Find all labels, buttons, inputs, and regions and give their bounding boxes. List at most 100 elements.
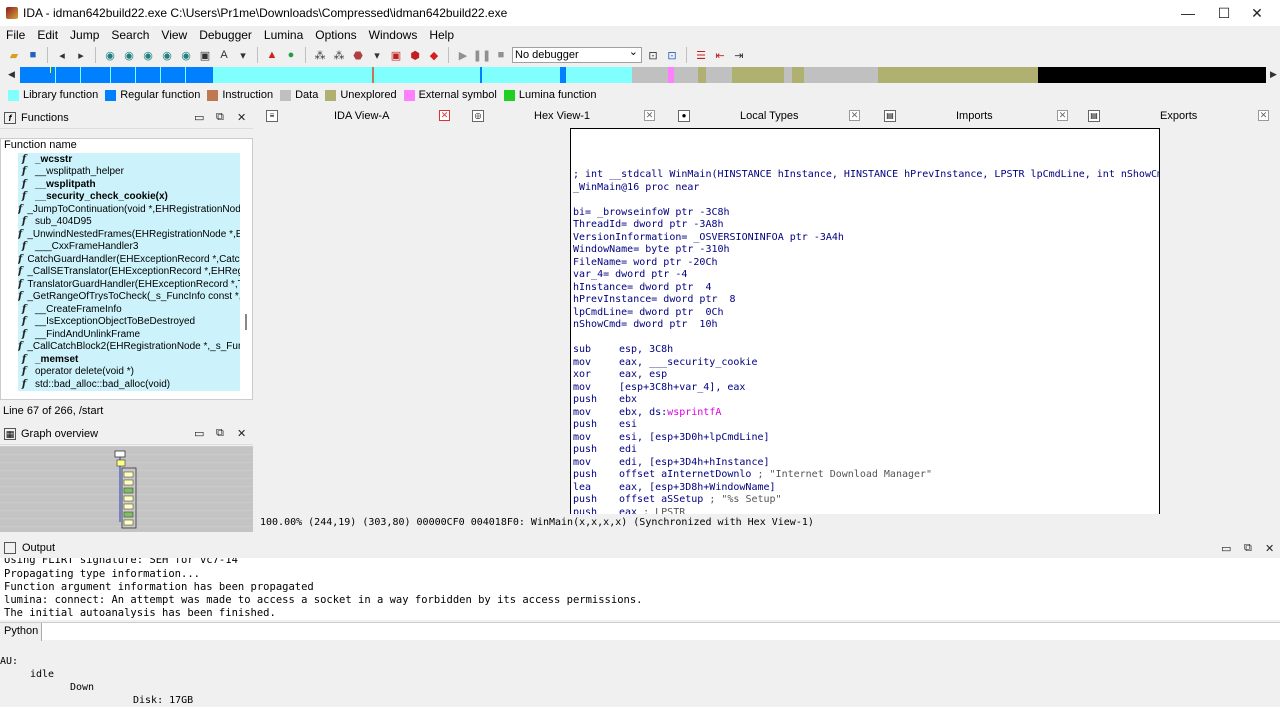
- stack-variable[interactable]: FileName= word ptr -20Ch: [573, 257, 718, 269]
- instruction-line[interactable]: push esi: [573, 419, 637, 431]
- back-list-icon[interactable]: ⇤: [712, 47, 728, 63]
- save-icon[interactable]: ■: [25, 47, 41, 63]
- stack-variable[interactable]: VersionInformation= _OSVERSIONINFOA ptr …: [573, 232, 844, 244]
- enums-icon[interactable]: ◉: [159, 47, 175, 63]
- nav-left-arrow-icon[interactable]: ◀: [8, 69, 15, 80]
- dropdown-icon[interactable]: ▾: [369, 47, 385, 63]
- panel-close-button[interactable]: ✕: [1265, 542, 1274, 555]
- function-row[interactable]: f _JumpToContinuation(void *,EHRegistrati…: [18, 203, 240, 216]
- tab-close-icon[interactable]: ✕: [1057, 110, 1068, 121]
- instruction-line[interactable]: push eax ; LPSTR: [573, 507, 685, 515]
- function-row[interactable]: f TranslatorGuardHandler(EHExceptionRecor…: [18, 278, 240, 291]
- dropdown-icon[interactable]: ▾: [235, 47, 251, 63]
- nav-segment[interactable]: [784, 67, 792, 83]
- stack-variable[interactable]: WindowName= byte ptr -310h: [573, 244, 730, 256]
- text-search-icon[interactable]: A: [216, 47, 232, 63]
- forward-arrow-icon[interactable]: ▸: [73, 47, 89, 63]
- nav-segment[interactable]: [804, 67, 878, 83]
- function-row[interactable]: f CatchGuardHandler(EHExceptionRecord *,C…: [18, 253, 240, 266]
- function-row[interactable]: f _memset: [18, 353, 240, 366]
- instruction-line[interactable]: mov esi, [esp+3D0h+lpCmdLine]: [573, 432, 770, 444]
- function-row[interactable]: f _CallSETranslator(EHExceptionRecord *,E…: [18, 265, 240, 278]
- function-row[interactable]: f std::bad_alloc::bad_alloc(void): [18, 378, 240, 391]
- menu-debugger[interactable]: Debugger: [193, 28, 258, 42]
- panel-float-button[interactable]: ⧉: [1244, 542, 1252, 555]
- trace-options-icon[interactable]: ⁂: [331, 47, 347, 63]
- instruction-line[interactable]: sub esp, 3C8h: [573, 344, 673, 356]
- nav-segment[interactable]: [560, 67, 566, 83]
- segments-icon[interactable]: ▣: [197, 47, 213, 63]
- nav-segment[interactable]: [732, 67, 784, 83]
- instruction-line[interactable]: push ebx: [573, 394, 637, 406]
- tab-close-icon[interactable]: ✕: [1258, 110, 1269, 121]
- menu-windows[interactable]: Windows: [363, 28, 424, 42]
- functions-scrollbar[interactable]: [245, 314, 247, 330]
- instruction-line[interactable]: push edi: [573, 444, 637, 456]
- graph-icon[interactable]: ◉: [102, 47, 118, 63]
- function-row[interactable]: f _GetRangeOfTrysToCheck(_s_FuncInfo cons…: [18, 290, 240, 303]
- python-language-button[interactable]: Python: [0, 623, 42, 641]
- menu-jump[interactable]: Jump: [64, 28, 105, 42]
- nav-right-arrow-icon[interactable]: ▶: [1270, 69, 1277, 80]
- nav-strip[interactable]: [20, 67, 1266, 83]
- stop-trace-icon[interactable]: ▣: [388, 47, 404, 63]
- sync-icon[interactable]: ⊡: [664, 47, 680, 63]
- trace-icon[interactable]: ⁂: [312, 47, 328, 63]
- panel-float-button[interactable]: ⧉: [216, 427, 224, 440]
- lumina-icon[interactable]: ●: [283, 47, 299, 63]
- nav-segment[interactable]: [698, 67, 706, 83]
- open-folder-icon[interactable]: ▰: [6, 47, 22, 63]
- function-row[interactable]: f _UnwindNestedFrames(EHRegistrationNode …: [18, 228, 240, 241]
- stack-variable[interactable]: var_4= dword ptr -4: [573, 269, 687, 281]
- nav-segment[interactable]: [674, 67, 698, 83]
- menu-search[interactable]: Search: [105, 28, 155, 42]
- function-row[interactable]: f operator delete(void *): [18, 365, 240, 378]
- instruction-line[interactable]: push offset aInternetDownlo ; "Internet D…: [573, 469, 932, 481]
- list-icon[interactable]: ☰: [693, 47, 709, 63]
- names-icon[interactable]: ◉: [178, 47, 194, 63]
- tab-exports[interactable]: ▤ Exports ✕: [1080, 106, 1280, 126]
- function-signature[interactable]: ; int __stdcall WinMain(HINSTANCE hInsta…: [573, 169, 1159, 181]
- panel-close-button[interactable]: ✕: [237, 427, 246, 440]
- menu-edit[interactable]: Edit: [31, 28, 64, 42]
- nav-segment[interactable]: [1038, 67, 1266, 83]
- panel-minimize-button[interactable]: ▭: [194, 111, 204, 124]
- clear-trace-icon[interactable]: ⬢: [407, 47, 423, 63]
- output-log[interactable]: Using FLIRT signature: SEH for vc7-14 Pr…: [0, 558, 1280, 620]
- stack-variable[interactable]: nShowCmd= dword ptr 10h: [573, 319, 718, 331]
- close-window-button[interactable]: ✕: [1234, 0, 1280, 26]
- pause-icon[interactable]: ❚❚: [473, 47, 491, 63]
- panel-float-button[interactable]: ⧉: [216, 111, 224, 124]
- tab-close-icon[interactable]: ✕: [849, 110, 860, 121]
- function-row[interactable]: f __wsplitpath_helper: [18, 165, 240, 178]
- function-row[interactable]: f sub_404D95: [18, 215, 240, 228]
- tab-local-types[interactable]: ● Local Types ✕: [670, 106, 870, 126]
- panel-minimize-button[interactable]: ▭: [1221, 542, 1231, 555]
- panel-close-button[interactable]: ✕: [237, 111, 246, 124]
- delete-icon[interactable]: ◆: [426, 47, 442, 63]
- breakpoint-icon[interactable]: ▲: [264, 47, 280, 63]
- function-row[interactable]: f __security_check_cookie(x): [18, 190, 240, 203]
- step-icon[interactable]: ⬣: [350, 47, 366, 63]
- menu-file[interactable]: File: [0, 28, 31, 42]
- instruction-line[interactable]: mov edi, [esp+3D4h+hInstance]: [573, 457, 770, 469]
- instruction-line[interactable]: push offset aSSetup ; "%s Setup": [573, 494, 782, 506]
- stack-variable[interactable]: hInstance= dword ptr 4: [573, 282, 711, 294]
- nav-segment[interactable]: [706, 67, 732, 83]
- function-row[interactable]: f _CallCatchBlock2(EHRegistrationNode *,_…: [18, 340, 240, 353]
- nav-segment[interactable]: [878, 67, 1038, 83]
- instruction-line[interactable]: xor eax, esp: [573, 369, 667, 381]
- back-arrow-icon[interactable]: ◂: [54, 47, 70, 63]
- function-name-column-header[interactable]: Function name: [1, 139, 252, 153]
- menu-lumina[interactable]: Lumina: [258, 28, 309, 42]
- menu-options[interactable]: Options: [309, 28, 362, 42]
- hex-icon[interactable]: ◉: [121, 47, 137, 63]
- instruction-line[interactable]: mov [esp+3C8h+var_4], eax: [573, 382, 745, 394]
- proc-declaration[interactable]: _WinMain@16 proc near: [573, 182, 699, 194]
- run-icon[interactable]: ▶: [455, 47, 471, 63]
- function-row[interactable]: f __FindAndUnlinkFrame: [18, 328, 240, 341]
- nav-segment[interactable]: [372, 67, 374, 83]
- tab-ida-view-a[interactable]: ≡ IDA View-A ✕: [258, 106, 460, 126]
- debugger-select[interactable]: No debugger: [512, 45, 642, 63]
- tab-close-icon[interactable]: ✕: [439, 110, 450, 121]
